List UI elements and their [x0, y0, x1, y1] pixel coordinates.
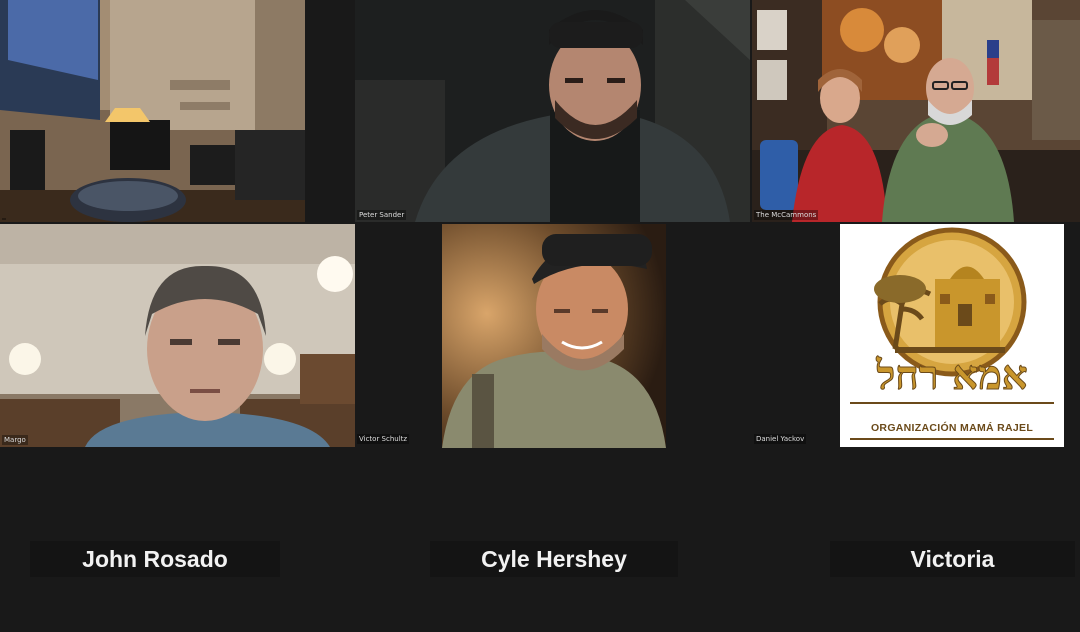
logo-org-name: ORGANIZACIÓN MAMÁ RAJEL	[870, 422, 1034, 434]
mama-rajel-logo	[874, 227, 1027, 377]
cyle-photo	[442, 224, 666, 448]
participant-name-tag: Peter Sander	[357, 210, 407, 220]
caption-cyle-hershey: Cyle Hershey	[430, 541, 678, 577]
peter-video-frame	[355, 0, 750, 222]
mccammons-video-frame	[752, 0, 1080, 222]
logo-divider-top	[850, 402, 1054, 404]
video-tile-mama-rajel-logo[interactable]: אמא רחל ORGANIZACIÓN MAMÁ RAJEL	[840, 224, 1064, 447]
logo-hebrew-text: אמא רחל	[876, 352, 1028, 400]
caption-victoria: Victoria	[830, 541, 1075, 577]
logo-divider-bottom	[850, 438, 1054, 440]
video-tile-margo[interactable]: Margo	[0, 224, 355, 447]
participant-name-tag-victor: Victor Schultz	[357, 434, 410, 444]
participant-name-tag	[2, 218, 6, 220]
video-tile-mccammons[interactable]: The McCammons	[752, 0, 1080, 222]
caption-john-rosado: John Rosado	[30, 541, 280, 577]
participant-name-tag-daniel: Daniel Yackov	[754, 434, 807, 444]
participant-name-tag: Margo	[2, 435, 28, 445]
office-video-frame	[0, 0, 305, 222]
video-tile-peter-sander[interactable]: Peter Sander	[355, 0, 750, 222]
margo-video-frame	[0, 224, 355, 447]
participant-name-tag: The McCammons	[754, 210, 819, 220]
video-tile-cyle-hershey[interactable]	[442, 224, 666, 448]
video-tile-office[interactable]	[0, 0, 305, 222]
